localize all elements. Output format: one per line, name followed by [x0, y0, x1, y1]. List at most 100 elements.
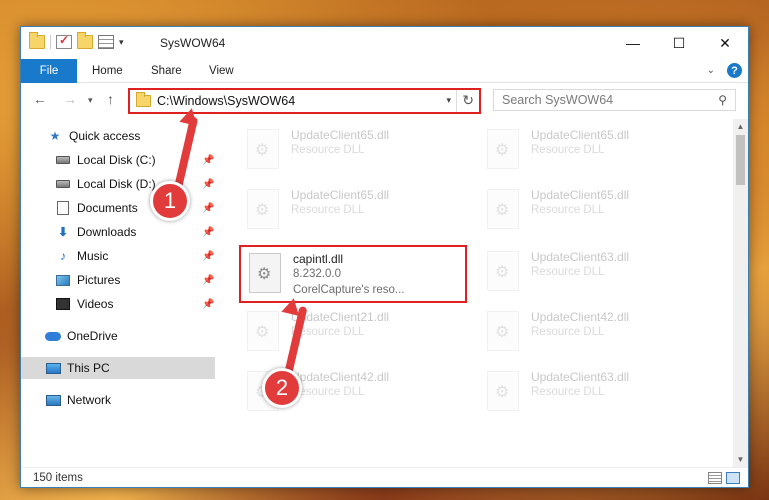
dll-file-icon	[247, 189, 279, 229]
refresh-icon[interactable]: ↻	[462, 92, 474, 109]
pin-icon[interactable]: 📌	[202, 179, 214, 190]
file-item[interactable]: UpdateClient63.dll Resource DLL	[479, 365, 704, 421]
up-arrow-icon[interactable]: ↑	[107, 91, 114, 107]
file-type: Resource DLL	[531, 266, 605, 278]
sidebar-item-onedrive[interactable]: OneDrive	[45, 325, 215, 347]
sidebar-item-local-disk-d[interactable]: Local Disk (D:) 📌	[55, 173, 215, 195]
file-item[interactable]: UpdateClient65.dll Resource DLL	[239, 123, 464, 179]
scroll-thumb[interactable]	[736, 135, 745, 185]
sidebar-item-label: Network	[67, 393, 112, 407]
maximize-button[interactable]: ☐	[656, 27, 702, 59]
tab-view[interactable]: View	[209, 59, 234, 83]
step-1-marker: 1	[150, 181, 190, 221]
tab-file[interactable]: File	[21, 59, 77, 83]
file-description: CorelCapture's reso...	[293, 284, 405, 296]
sidebar-item-documents[interactable]: Documents 📌	[55, 197, 215, 219]
toolbar-divider	[50, 35, 51, 49]
sidebar-item-music[interactable]: ♪ Music 📌	[55, 245, 215, 267]
dll-file-icon	[487, 129, 519, 169]
window-title: SysWOW64	[160, 36, 226, 50]
sidebar-item-label: Pictures	[77, 273, 121, 287]
navigation-bar: ← → ▾ ↑ C:\Windows\SysWOW64 ▾ ↻ Search S…	[21, 85, 748, 117]
file-item[interactable]: UpdateClient42.dll Resource DLL	[479, 305, 704, 361]
star-icon: ★	[49, 129, 61, 143]
file-type: Resource DLL	[531, 144, 605, 156]
sidebar-item-downloads[interactable]: ⬇ Downloads 📌	[55, 221, 215, 243]
back-arrow-icon[interactable]: ←	[33, 91, 47, 107]
tab-share[interactable]: Share	[151, 59, 182, 83]
step-2-marker: 2	[262, 368, 302, 408]
music-icon: ♪	[60, 249, 66, 263]
file-name: UpdateClient65.dll	[291, 128, 390, 142]
sidebar-item-local-disk-c[interactable]: Local Disk (C:) 📌	[55, 149, 215, 171]
dll-file-icon	[247, 129, 279, 169]
file-name: UpdateClient42.dll	[291, 370, 390, 384]
sidebar-item-label: OneDrive	[67, 329, 118, 343]
sidebar-item-network[interactable]: Network	[45, 389, 215, 411]
computer-icon	[45, 361, 61, 375]
file-name: UpdateClient42.dll	[531, 310, 630, 324]
sidebar-item-pictures[interactable]: Pictures 📌	[55, 269, 215, 291]
view-switcher	[708, 472, 740, 484]
file-type: Resource DLL	[531, 326, 605, 338]
dll-file-icon	[487, 311, 519, 351]
file-item[interactable]: UpdateClient65.dll Resource DLL	[479, 183, 704, 239]
dll-file-icon	[487, 251, 519, 291]
sidebar-item-label: Documents	[77, 201, 138, 215]
properties-check-icon[interactable]	[56, 33, 72, 49]
file-item-capintl[interactable]: capintl.dll 8.232.0.0 CorelCapture's res…	[239, 245, 467, 303]
pin-icon[interactable]: 📌	[202, 203, 214, 214]
item-count: 150 items	[33, 472, 83, 484]
sidebar-item-label: Music	[77, 249, 109, 263]
videos-icon	[55, 297, 71, 311]
file-item[interactable]: UpdateClient21.dll Resource DLL	[239, 305, 464, 361]
sidebar-item-this-pc[interactable]: This PC	[21, 357, 215, 379]
file-name: capintl.dll	[293, 252, 344, 266]
sidebar-item-label: Videos	[77, 297, 114, 311]
file-type: Resource DLL	[531, 386, 605, 398]
pictures-icon	[55, 273, 71, 287]
dll-file-icon	[247, 311, 279, 351]
file-name: UpdateClient65.dll	[531, 128, 630, 142]
file-item[interactable]: UpdateClient63.dll Resource DLL	[479, 245, 704, 301]
chevron-down-icon[interactable]: ▾	[119, 37, 124, 48]
large-icons-view-icon[interactable]	[726, 472, 740, 484]
close-button[interactable]: ✕	[702, 27, 748, 59]
pin-icon[interactable]: 📌	[202, 227, 214, 238]
file-item[interactable]: UpdateClient65.dll Resource DLL	[479, 123, 704, 179]
view-props-icon[interactable]	[98, 35, 114, 49]
tab-home[interactable]: Home	[92, 59, 123, 83]
scroll-up-icon[interactable]: ▲	[733, 119, 748, 134]
new-folder-icon[interactable]	[77, 32, 93, 49]
status-bar: 150 items	[21, 467, 748, 489]
search-icon[interactable]: ⚲	[718, 93, 727, 107]
ribbon-tabs: File Home Share View ⌄ ?	[21, 59, 748, 83]
drive-icon	[55, 153, 71, 167]
recent-locations-icon[interactable]: ▾	[88, 95, 93, 106]
minimize-button[interactable]: —	[610, 27, 656, 59]
help-icon[interactable]: ?	[727, 63, 742, 78]
file-list: UpdateClient65.dll Resource DLL UpdateCl…	[217, 119, 733, 467]
file-name: UpdateClient65.dll	[291, 188, 390, 202]
download-icon: ⬇	[57, 225, 69, 239]
ribbon-right: ⌄ ?	[707, 63, 742, 78]
search-input[interactable]: Search SysWOW64 ⚲	[493, 89, 736, 111]
pin-icon[interactable]: 📌	[202, 155, 214, 166]
address-path[interactable]: C:\Windows\SysWOW64	[157, 94, 295, 108]
pin-icon[interactable]: 📌	[202, 251, 214, 262]
dll-file-icon	[487, 371, 519, 411]
expand-ribbon-icon[interactable]: ⌄	[707, 65, 715, 76]
file-item[interactable]: UpdateClient65.dll Resource DLL	[239, 183, 464, 239]
cloud-icon	[45, 329, 61, 343]
scroll-down-icon[interactable]: ▼	[733, 452, 748, 467]
pin-icon[interactable]: 📌	[202, 275, 214, 286]
sidebar-item-videos[interactable]: Videos 📌	[55, 293, 215, 315]
pin-icon[interactable]: 📌	[202, 299, 214, 310]
vertical-scrollbar[interactable]: ▲ ▼	[733, 119, 748, 467]
details-view-icon[interactable]	[708, 472, 722, 484]
quick-access-toolbar: ▾	[29, 32, 124, 49]
forward-arrow-icon[interactable]: →	[63, 91, 77, 107]
file-type: Resource DLL	[291, 386, 365, 398]
file-type: Resource DLL	[531, 204, 605, 216]
chevron-down-icon[interactable]: ▾	[446, 95, 451, 106]
